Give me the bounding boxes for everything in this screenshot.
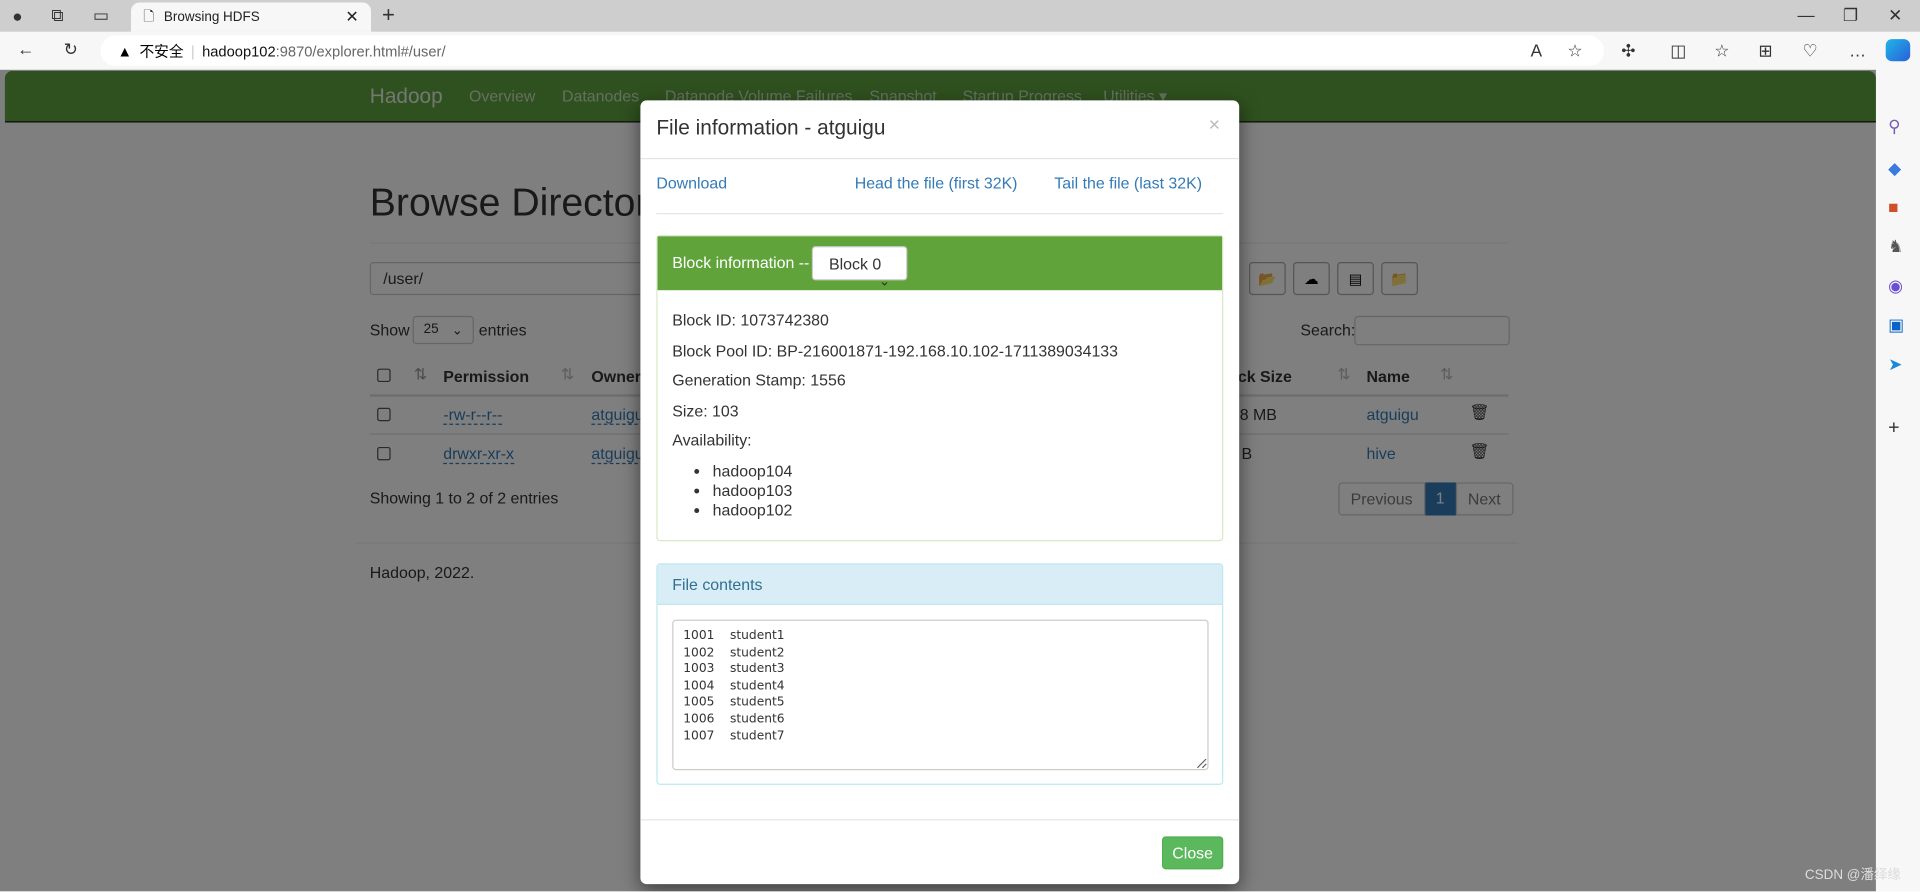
back-icon[interactable]: ← bbox=[17, 39, 34, 59]
block-id: Block ID: 1073742380 bbox=[672, 311, 829, 330]
copilot-icon[interactable] bbox=[1885, 39, 1911, 62]
insecure-label: 不安全 bbox=[139, 42, 184, 61]
datanode-list: hadoop104 hadoop103 hadoop102 bbox=[672, 461, 1207, 520]
close-icon[interactable]: × bbox=[1209, 115, 1220, 137]
split-screen-icon[interactable]: ◫ bbox=[1670, 40, 1686, 61]
block-select[interactable]: Block 0 ⌄ bbox=[811, 246, 908, 289]
block-heading-label: Block information -- bbox=[672, 253, 810, 272]
tools-icon[interactable]: ■ bbox=[1888, 197, 1898, 217]
page-icon: 🗋 bbox=[143, 9, 155, 24]
close-window-icon[interactable]: ✕ bbox=[1888, 5, 1902, 26]
watermark: CSDN @潘绎缘 bbox=[1804, 868, 1901, 883]
edge-sidebar: ⚲ ◆ ■ ♞ ◉ ▣ ➤ + bbox=[1875, 69, 1920, 892]
datanode-item: hadoop103 bbox=[713, 481, 1208, 501]
outlook-icon[interactable]: ▣ bbox=[1888, 315, 1904, 336]
shopping-icon[interactable]: ◆ bbox=[1888, 158, 1901, 179]
more-icon[interactable]: … bbox=[1849, 40, 1866, 60]
block-panel-heading: Block information -- Block 0 ⌄ bbox=[657, 236, 1223, 291]
datanode-item: hadoop102 bbox=[713, 500, 1208, 520]
generation-stamp: Generation Stamp: 1556 bbox=[672, 371, 846, 390]
send-icon[interactable]: ➤ bbox=[1888, 354, 1902, 375]
close-tab-icon[interactable]: ✕ bbox=[345, 7, 358, 27]
file-information-modal: File information - atguigu × Download He… bbox=[640, 100, 1240, 885]
head-file-link[interactable]: Head the file (first 32K) bbox=[855, 174, 1018, 192]
file-contents-textarea[interactable]: 1001 student1 1002 student2 1003 student… bbox=[672, 619, 1209, 771]
block-size: Size: 103 bbox=[672, 401, 739, 420]
tab-browsing-hdfs[interactable]: 🗋 Browsing HDFS ✕ bbox=[131, 2, 372, 32]
restore-icon[interactable]: ❐ bbox=[1843, 5, 1858, 26]
block-pool-id: Block Pool ID: BP-216001871-192.168.10.1… bbox=[672, 341, 1119, 360]
file-contents-heading: File contents bbox=[657, 564, 1223, 605]
refresh-icon[interactable]: ↻ bbox=[64, 39, 78, 60]
block-information-panel: Block information -- Block 0 ⌄ Block ID:… bbox=[656, 235, 1224, 542]
favorites-icon[interactable]: ☆ bbox=[1714, 40, 1729, 61]
tail-file-link[interactable]: Tail the file (last 32K) bbox=[1054, 174, 1202, 192]
datanode-item: hadoop104 bbox=[713, 461, 1208, 481]
url-path: :9870/explorer.html#/user/ bbox=[275, 42, 446, 60]
warning-icon: ▲ bbox=[117, 42, 133, 60]
read-aloud-icon[interactable]: A bbox=[1531, 40, 1542, 60]
tab-title: Browsing HDFS bbox=[163, 9, 260, 25]
download-link[interactable]: Download bbox=[656, 174, 727, 192]
collections-icon[interactable]: ⊞ bbox=[1758, 40, 1772, 61]
profile-icon[interactable]: ● bbox=[12, 6, 22, 26]
modal-title: File information - atguigu bbox=[656, 116, 886, 140]
tab-actions-icon[interactable]: ▭ bbox=[93, 5, 109, 26]
block-select-value: Block 0 bbox=[828, 254, 882, 274]
add-icon[interactable]: + bbox=[1888, 418, 1899, 440]
search-icon[interactable]: ⚲ bbox=[1888, 116, 1901, 137]
availability-label: Availability: bbox=[672, 431, 752, 450]
favorite-star-icon[interactable]: ☆ bbox=[1567, 40, 1582, 61]
minimize-icon[interactable]: — bbox=[1798, 5, 1815, 25]
tab-strip: ● ⧉ ▭ 🗋 Browsing HDFS ✕ + — ❐ ✕ bbox=[0, 0, 1920, 32]
close-button[interactable]: Close bbox=[1162, 836, 1224, 870]
workspaces-icon[interactable]: ⧉ bbox=[51, 5, 63, 26]
file-contents-panel: File contents 1001 student1 1002 student… bbox=[656, 563, 1224, 785]
url-host: hadoop102 bbox=[202, 42, 276, 60]
extensions-icon[interactable]: ✣ bbox=[1621, 40, 1635, 61]
games-icon[interactable]: ♞ bbox=[1888, 236, 1903, 257]
browser-essentials-icon[interactable]: ♡ bbox=[1802, 40, 1817, 61]
chevron-down-icon: ⌄ bbox=[878, 274, 891, 289]
address-bar[interactable]: ▲ 不安全 | hadoop102:9870/explorer.html#/us… bbox=[100, 35, 1605, 67]
new-tab-icon[interactable]: + bbox=[382, 2, 395, 28]
m365-icon[interactable]: ◉ bbox=[1888, 276, 1903, 297]
